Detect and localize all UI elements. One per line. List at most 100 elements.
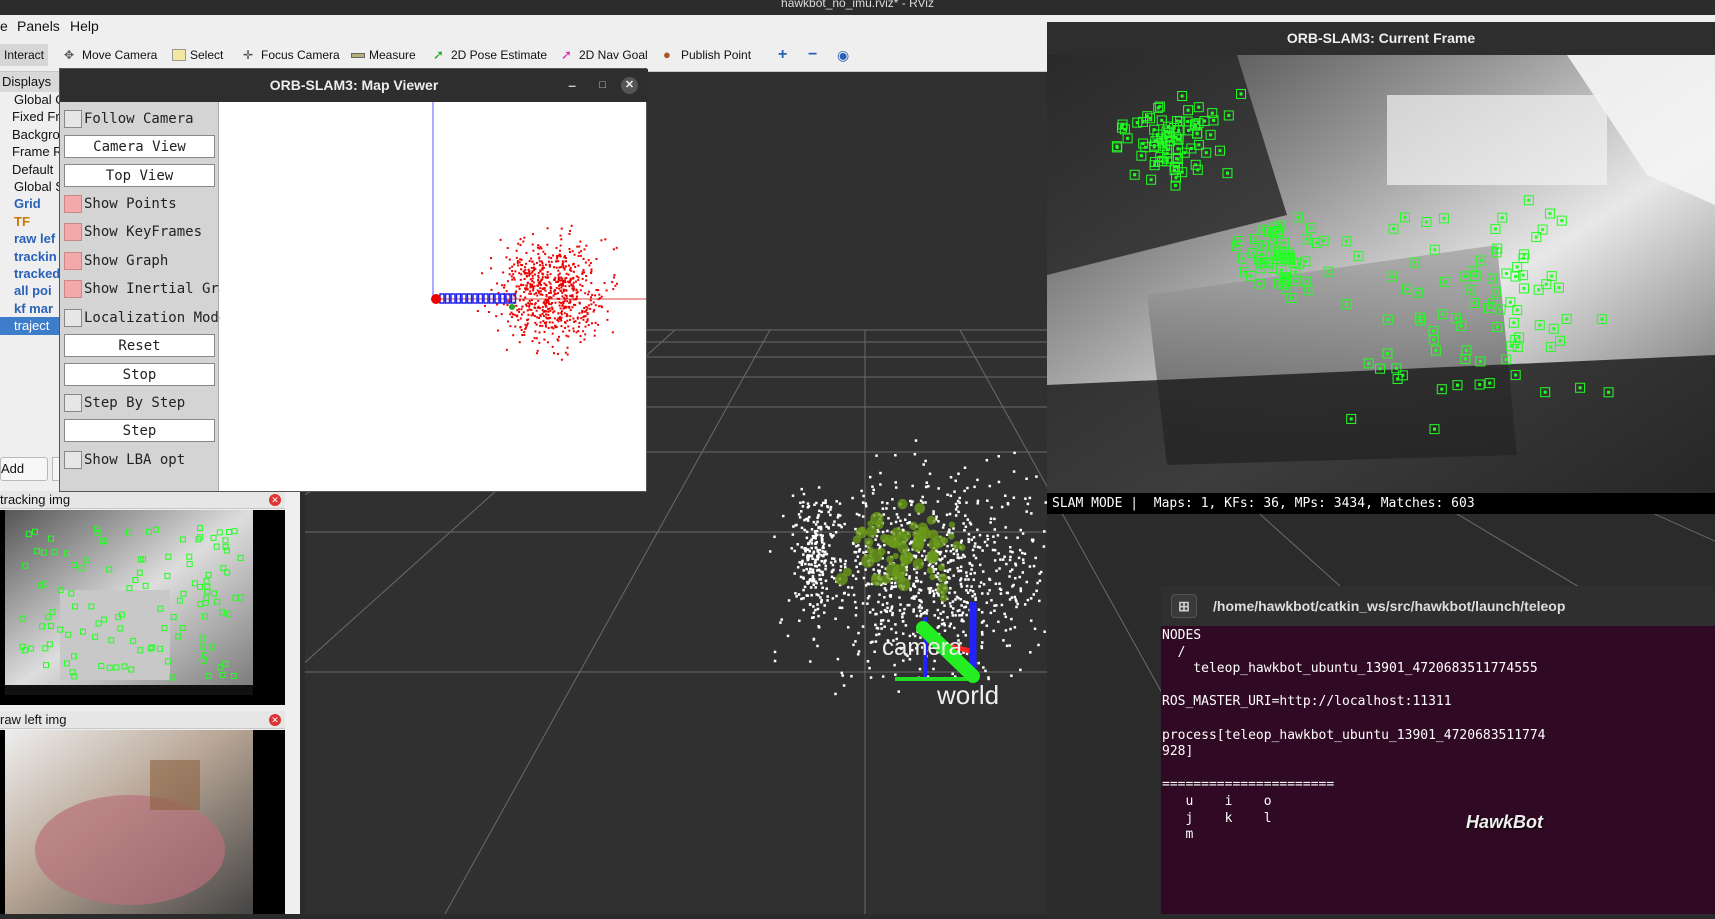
follow-camera-checkbox[interactable]: Follow Camera [64,108,194,130]
terminal-line: ROS_MASTER_URI=http://localhost:11311 [1162,694,1452,710]
focus-camera-label: Focus Camera [261,48,340,62]
terminal-line: m [1162,827,1194,843]
display-item[interactable]: Backgro [0,126,60,144]
minimize-icon[interactable]: – [568,69,576,102]
follow-camera-label: Follow Camera [84,111,194,127]
checkbox-icon [64,252,82,270]
step-by-step-label: Step By Step [84,395,186,411]
menu-file[interactable]: e [0,18,8,34]
plus-icon: + [778,46,788,63]
close-icon[interactable]: ✕ [269,714,281,726]
nav-goal-tool[interactable]: ➚ 2D Nav Goal [561,46,648,64]
checkbox-icon [64,110,82,128]
eye-icon: ◉ [837,46,850,63]
terminal-line: teleop_hawkbot_ubuntu_13901_472068351177… [1162,661,1538,677]
show-inertial-graph-checkbox[interactable]: Show Inertial Graph [64,278,244,300]
pose-estimate-label: 2D Pose Estimate [451,48,548,62]
display-item[interactable]: Global S [0,178,60,196]
display-item[interactable]: traject [0,317,60,336]
focus-camera-tool[interactable]: ✛ Focus Camera [243,46,340,64]
show-lba-opt-checkbox[interactable]: Show LBA opt [64,449,185,471]
hawkbot-watermark: HawkBot [1466,812,1544,832]
move-camera-label: Move Camera [82,48,158,62]
green-arrow-icon: ➚ [433,47,444,62]
pose-estimate-tool[interactable]: ➚ 2D Pose Estimate [433,46,547,64]
current-frame-svg [1047,55,1715,493]
localization-mode-label: Localization Mode [84,310,228,326]
terminal-line: 928] [1162,744,1194,760]
map-viewer-window[interactable]: ORB-SLAM3: Map Viewer – □ ✕ Follow Camer… [59,68,648,492]
displays-header: Displays [0,72,60,92]
map-canvas-svg [431,102,646,361]
display-item[interactable]: TF [0,213,60,231]
add-tool-button[interactable]: + [778,46,787,64]
current-frame-titlebar[interactable]: ORB-SLAM3: Current Frame [1047,22,1715,55]
display-item[interactable]: Default [0,161,60,179]
show-graph-checkbox[interactable]: Show Graph [64,250,168,272]
show-points-checkbox[interactable]: Show Points [64,193,177,215]
top-view-button[interactable]: Top View [64,164,215,187]
interact-tool[interactable]: Interact [0,44,49,66]
menu-panels[interactable]: Panels [17,18,60,34]
terminal-line: process[teleop_hawkbot_ubuntu_13901_4720… [1162,727,1546,743]
map-canvas[interactable] [220,102,646,491]
measure-label: Measure [369,48,416,62]
map-pin-icon: ● [663,47,671,62]
menu-help[interactable]: Help [70,18,99,34]
map-viewer-titlebar[interactable]: ORB-SLAM3: Map Viewer – □ ✕ [60,69,648,102]
raw-img-title: raw left img [0,712,67,727]
view-tool-button[interactable]: ◉ [837,46,849,64]
display-item[interactable]: kf mar [0,300,60,318]
close-icon[interactable]: ✕ [621,77,638,94]
terminal-output: NODES / teleop_hawkbot_ubuntu_13901_4720… [1161,628,1715,914]
publish-point-label: Publish Point [681,48,752,62]
close-icon[interactable]: ✕ [269,494,281,506]
display-item[interactable]: Global O [0,91,60,109]
pink-arrow-icon: ➚ [561,47,572,62]
checkbox-icon [64,280,82,298]
measure-tool[interactable]: Measure [351,46,416,64]
display-item[interactable]: trackin [0,248,60,266]
terminal-window[interactable]: ⊞ /home/hawkbot/catkin_ws/src/hawkbot/la… [1161,586,1715,914]
display-item[interactable]: Frame R [0,143,60,161]
step-button[interactable]: Step [64,419,215,442]
map-viewer-title: ORB-SLAM3: Map Viewer [269,77,439,93]
checkbox-icon [64,309,82,327]
display-item[interactable]: Fixed Fr [0,108,60,126]
publish-point-tool[interactable]: ● Publish Point [663,46,751,64]
tracking-img-view [0,510,285,705]
map-viewer-controls: Follow Camera Camera View Top View Show … [60,102,244,491]
move-camera-tool[interactable]: ✥ Move Camera [64,46,157,64]
select-tool[interactable]: Select [172,46,223,64]
ruler-icon [351,52,365,58]
slam-status-bar: SLAM MODE | Maps: 1, KFs: 36, MPs: 3434,… [1047,493,1715,514]
select-label: Select [190,48,224,62]
display-item[interactable]: Grid [0,195,60,213]
stop-button[interactable]: Stop [64,363,215,386]
step-by-step-checkbox[interactable]: Step By Step [64,392,185,414]
display-item[interactable]: all poi [0,282,60,300]
terminal-header[interactable]: ⊞ /home/hawkbot/catkin_ws/src/hawkbot/la… [1161,586,1715,626]
terminal-line: j k l [1162,810,1272,826]
minus-icon: − [808,46,818,63]
localization-mode-checkbox[interactable]: Localization Mode [64,307,227,329]
raw-image [5,730,285,914]
nav-goal-label: 2D Nav Goal [579,48,648,62]
window-titlebar: hawkbot_no_imu.rviz* - RViz [0,0,1715,15]
add-display-button[interactable]: Add [0,457,48,481]
display-item[interactable]: raw lef [0,230,60,248]
new-tab-icon[interactable]: ⊞ [1171,594,1197,618]
checkbox-icon [64,451,82,469]
maximize-icon[interactable]: □ [599,69,606,102]
tracking-img-title: tracking img [0,492,71,507]
current-frame-image [1047,55,1715,493]
remove-tool-button[interactable]: − [808,46,817,64]
current-frame-window[interactable]: ORB-SLAM3: Current Frame SLAM MODE | Map… [1047,22,1715,514]
move-camera-icon: ✥ [64,48,75,62]
display-item[interactable]: tracked [0,265,60,283]
reset-button[interactable]: Reset [64,334,215,357]
camera-view-button[interactable]: Camera View [64,135,215,158]
interact-label: Interact [4,48,45,62]
show-keyframes-checkbox[interactable]: Show KeyFrames [64,221,202,243]
select-icon [172,49,186,61]
